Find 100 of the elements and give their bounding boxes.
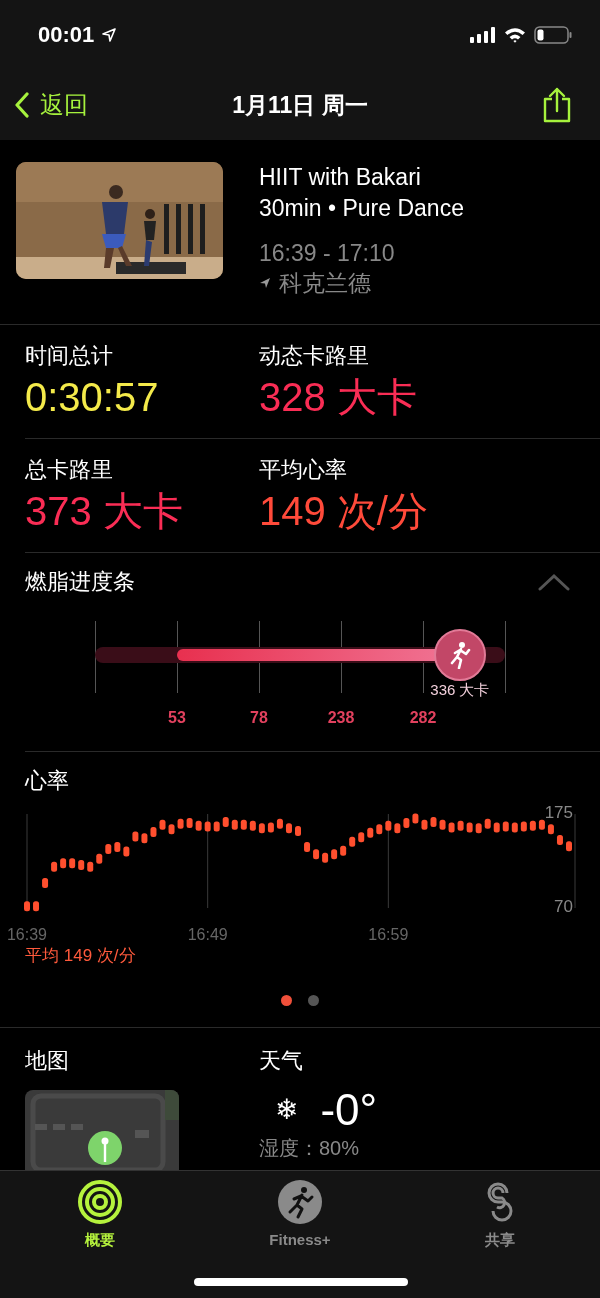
heart-rate-point bbox=[69, 857, 76, 868]
heart-rate-point bbox=[141, 832, 148, 843]
heart-rate-point bbox=[412, 813, 419, 824]
heart-rate-point bbox=[547, 823, 554, 834]
heart-rate-point bbox=[222, 816, 229, 827]
heart-rate-point bbox=[24, 900, 30, 911]
battery-icon bbox=[534, 26, 572, 44]
stat-label: 总卡路里 bbox=[25, 455, 114, 484]
temperature: -0° bbox=[320, 1084, 378, 1136]
page-dot[interactable] bbox=[308, 994, 319, 1006]
heart-rate-point bbox=[403, 817, 410, 828]
heart-rate-point bbox=[60, 857, 67, 868]
heart-rate-point bbox=[285, 823, 292, 833]
heart-rate-point bbox=[114, 841, 121, 852]
stat-value: 373 大卡 bbox=[25, 487, 184, 535]
page-dot[interactable] bbox=[281, 994, 292, 1006]
status-time: 00:01 bbox=[38, 22, 95, 48]
heart-rate-point bbox=[394, 823, 401, 833]
stat-value: 328 大卡 bbox=[259, 373, 418, 421]
stat-label: 时间总计 bbox=[25, 341, 114, 370]
heart-rate-point bbox=[493, 822, 500, 833]
heart-rate-point bbox=[349, 836, 356, 847]
heart-rate-point bbox=[502, 821, 509, 832]
heart-rate-point bbox=[475, 823, 482, 833]
heart-rate-point bbox=[96, 853, 103, 864]
heart-rate-point bbox=[276, 818, 283, 829]
signal-icon bbox=[470, 27, 496, 43]
tick-label: 238 bbox=[327, 708, 355, 727]
workout-title: HIIT with Bakari bbox=[259, 163, 422, 192]
wifi-icon bbox=[504, 27, 526, 43]
tab[interactable]: 共享 bbox=[400, 1171, 600, 1253]
heart-rate-point bbox=[385, 820, 392, 831]
tab[interactable]: Fitness+ bbox=[200, 1171, 400, 1253]
runner-icon bbox=[277, 1179, 323, 1225]
heart-rate-point bbox=[511, 822, 518, 833]
stat-value: 149 次/分 bbox=[259, 487, 429, 535]
heart-rate-point bbox=[123, 846, 130, 857]
chevron-left-icon bbox=[14, 92, 30, 118]
tick-label: 282 bbox=[409, 708, 437, 727]
heart-rate-point bbox=[331, 848, 338, 859]
heart-rate-point bbox=[213, 821, 220, 832]
heart-rate-point bbox=[258, 823, 265, 833]
heart-rate-point bbox=[376, 823, 383, 834]
heart-rate-point bbox=[87, 861, 94, 872]
axis-label: 16:49 bbox=[187, 925, 228, 943]
location-arrow-icon bbox=[259, 277, 271, 289]
heart-rate-point bbox=[304, 841, 311, 852]
tab[interactable]: 概要 bbox=[0, 1171, 200, 1253]
heart-rate-point bbox=[566, 840, 572, 851]
heart-rate-point bbox=[249, 820, 256, 831]
heart-rate-point bbox=[322, 852, 329, 863]
axis-label: 16:39 bbox=[7, 925, 47, 943]
heart-rate-point bbox=[168, 823, 175, 834]
heart-rate-point bbox=[358, 831, 365, 842]
heart-rate-point bbox=[132, 831, 139, 842]
heart-rate-point bbox=[42, 877, 49, 888]
tick-label: 53 bbox=[168, 708, 186, 727]
stat-label: 平均心率 bbox=[259, 455, 348, 484]
stat-label: 动态卡路里 bbox=[259, 341, 370, 370]
heart-rate-point bbox=[448, 822, 455, 833]
heart-rate-point bbox=[421, 819, 428, 830]
heart-rate-point bbox=[295, 825, 301, 836]
axis-label: 175 bbox=[544, 803, 573, 823]
heart-rate-point bbox=[457, 820, 464, 831]
heart-rate-point bbox=[33, 900, 40, 911]
section-title: 地图 bbox=[25, 1047, 70, 1075]
heart-rate-point bbox=[538, 819, 545, 830]
heart-rate-point bbox=[556, 834, 563, 845]
snowflake-icon: ❄ bbox=[275, 1093, 299, 1127]
heart-rate-point bbox=[186, 817, 193, 828]
workout-time-range: 16:39 - 17:10 bbox=[259, 239, 396, 268]
heart-rate-point bbox=[484, 818, 491, 829]
heart-rate-point bbox=[159, 819, 166, 830]
heart-rate-point bbox=[529, 820, 536, 831]
tick-label: 78 bbox=[250, 708, 268, 727]
section-title: 燃脂进度条 bbox=[25, 567, 135, 596]
heart-rate-point bbox=[195, 820, 202, 831]
back-button[interactable]: 返回 bbox=[14, 89, 88, 121]
location-arrow-icon bbox=[102, 28, 117, 42]
workout-location: 科克兰德 bbox=[279, 269, 371, 298]
heart-rate-point bbox=[105, 843, 112, 854]
share-icon[interactable] bbox=[542, 87, 572, 123]
heart-rate-point bbox=[267, 822, 274, 833]
heart-rate-point bbox=[240, 819, 247, 830]
section-title: 天气 bbox=[259, 1047, 304, 1075]
workout-subtitle: 30min • Pure Dance bbox=[259, 194, 464, 223]
heart-rate-point bbox=[231, 819, 238, 830]
heart-rate-point bbox=[177, 818, 184, 829]
heart-rate-point bbox=[430, 816, 437, 827]
heart-rate-point bbox=[204, 821, 211, 832]
average-heart-rate: 平均 149 次/分 bbox=[25, 944, 137, 967]
heart-rate-point bbox=[367, 827, 374, 838]
axis-label: 70 bbox=[554, 897, 573, 917]
humidity: 湿度：80% bbox=[259, 1136, 361, 1160]
heart-rate-point bbox=[150, 826, 157, 837]
burn-reading: 336 大卡 bbox=[430, 680, 490, 700]
chevron-icon[interactable] bbox=[538, 572, 570, 591]
section-title: 心率 bbox=[25, 766, 70, 795]
heart-rate-point bbox=[340, 845, 347, 856]
nav-title: 1月11日 周一 bbox=[232, 90, 368, 120]
